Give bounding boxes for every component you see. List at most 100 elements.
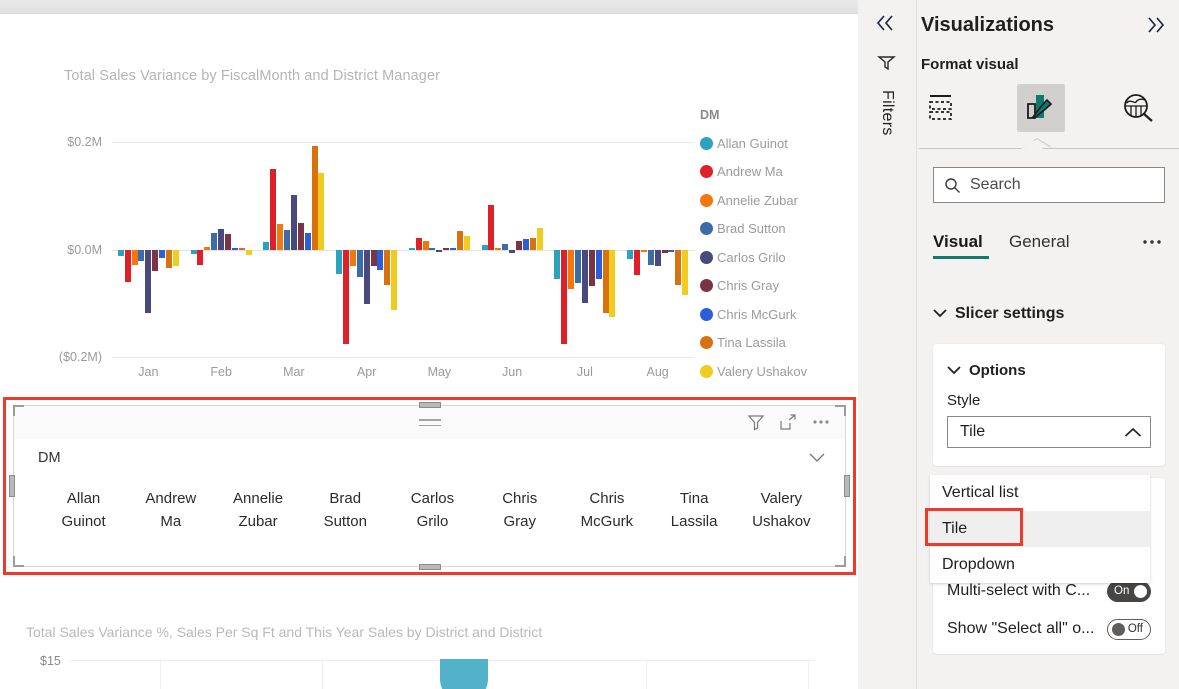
bar[interactable]	[488, 205, 495, 250]
style-option[interactable]: Tile	[930, 511, 1150, 547]
bar[interactable]	[602, 249, 609, 313]
bottom-chart-bubble[interactable]	[440, 659, 488, 689]
bar[interactable]	[509, 249, 516, 253]
slicer-tile[interactable]: Tina Lassila	[651, 484, 738, 536]
drag-handle-icon[interactable]	[418, 419, 441, 430]
select-all-row[interactable]: Show "Select all" o... Off	[947, 612, 1151, 646]
bar[interactable]	[415, 237, 422, 250]
bar[interactable]	[522, 238, 529, 250]
bar[interactable]	[336, 249, 343, 275]
bar[interactable]	[661, 249, 668, 253]
legend-item[interactable]: Carlos Grilo	[700, 243, 807, 272]
bar[interactable]	[159, 249, 166, 259]
bar[interactable]	[627, 249, 634, 260]
bar[interactable]	[595, 249, 602, 280]
bar[interactable]	[574, 249, 581, 283]
bar[interactable]	[391, 249, 398, 310]
bar[interactable]	[588, 249, 595, 286]
legend-item[interactable]: Annelie Zubar	[700, 186, 807, 215]
bar[interactable]	[536, 228, 543, 250]
bar[interactable]	[609, 249, 616, 317]
bar[interactable]	[640, 249, 647, 252]
bar[interactable]	[225, 234, 232, 250]
legend-item[interactable]: Chris Gray	[700, 272, 807, 301]
bar[interactable]	[318, 173, 325, 250]
bar[interactable]	[481, 245, 488, 250]
bar[interactable]	[370, 249, 377, 266]
filters-pane-label[interactable]: Filters	[878, 90, 896, 136]
slicer-tile-list[interactable]: Allan Guinot Andrew Ma Annelie Zubar Brad Sutto…	[40, 484, 825, 536]
chevron-down-icon[interactable]	[809, 450, 825, 468]
slicer-settings-header[interactable]: Slicer settings	[933, 305, 1064, 323]
slicer-tile[interactable]: Valery Ushakov	[738, 484, 825, 536]
resize-handle-top-left[interactable]	[13, 405, 24, 416]
bar[interactable]	[172, 249, 179, 266]
district-scatter-chart[interactable]: Total Sales Variance %, Sales Per Sq Ft …	[0, 581, 858, 689]
slicer-tile[interactable]: Brad Sutton	[302, 484, 389, 536]
bar[interactable]	[443, 247, 450, 250]
legend-item[interactable]: Allan Guinot	[700, 129, 807, 158]
bar[interactable]	[283, 230, 290, 250]
bar[interactable]	[277, 223, 284, 250]
bar[interactable]	[408, 248, 415, 250]
collapse-pane-icon[interactable]	[874, 14, 898, 37]
filter-icon[interactable]	[876, 53, 898, 78]
resize-handle-bottom-left[interactable]	[13, 556, 24, 567]
filter-icon[interactable]	[747, 413, 765, 431]
bar[interactable]	[190, 249, 197, 254]
slicer-tile[interactable]: Andrew Ma	[127, 484, 214, 536]
bar[interactable]	[675, 249, 682, 285]
bar[interactable]	[422, 241, 429, 250]
slicer-tile[interactable]: Chris McGurk	[563, 484, 650, 536]
analytics-magnifier-icon[interactable]	[1115, 84, 1163, 132]
resize-handle-bottom[interactable]	[418, 564, 441, 570]
bar[interactable]	[270, 168, 277, 250]
sales-variance-chart[interactable]: Total Sales Variance by FiscalMonth and …	[0, 14, 858, 394]
bar[interactable]	[463, 235, 470, 250]
format-paint-icon[interactable]	[1017, 84, 1065, 132]
bar[interactable]	[561, 249, 568, 344]
tab-general[interactable]: General	[1009, 232, 1069, 252]
bar[interactable]	[145, 249, 152, 313]
bar[interactable]	[356, 249, 363, 278]
bar[interactable]	[495, 247, 502, 250]
bar[interactable]	[211, 233, 218, 250]
bar[interactable]	[204, 247, 211, 250]
bar[interactable]	[581, 249, 588, 304]
legend-item[interactable]: Brad Sutton	[700, 215, 807, 244]
bar[interactable]	[457, 230, 464, 250]
bar[interactable]	[218, 229, 225, 250]
bar[interactable]	[231, 247, 238, 250]
bar[interactable]	[124, 249, 131, 282]
style-dropdown-options[interactable]: Vertical list Tile Dropdown	[930, 475, 1150, 583]
bar[interactable]	[152, 249, 159, 271]
bar[interactable]	[297, 222, 304, 250]
legend-item[interactable]: Chris McGurk	[700, 300, 807, 329]
bar[interactable]	[363, 249, 370, 304]
resize-handle-bottom-right[interactable]	[835, 556, 846, 567]
bar[interactable]	[668, 249, 675, 252]
bar[interactable]	[342, 249, 349, 344]
tab-visual[interactable]: Visual	[933, 232, 983, 252]
slicer-container[interactable]: DM Allan Guinot Andrew Ma Annelie Zubar Brad Su…	[13, 405, 846, 567]
slicer-tile[interactable]: Allan Guinot	[40, 484, 127, 536]
bar[interactable]	[311, 146, 318, 250]
bar[interactable]	[516, 240, 523, 250]
slicer-tile[interactable]: Chris Gray	[476, 484, 563, 536]
bar[interactable]	[568, 249, 575, 289]
more-options-icon[interactable]	[811, 413, 831, 431]
bar[interactable]	[502, 244, 509, 250]
search-input[interactable]: Search	[933, 167, 1165, 203]
bar[interactable]	[647, 249, 654, 265]
dm-slicer-visual[interactable]: DM Allan Guinot Andrew Ma Annelie Zubar Brad Su…	[3, 397, 856, 575]
focus-mode-icon[interactable]	[779, 413, 797, 431]
options-header[interactable]: Options	[947, 362, 1026, 379]
style-dropdown[interactable]: Tile	[947, 416, 1151, 448]
bar[interactable]	[384, 249, 391, 285]
resize-handle-top-right[interactable]	[835, 405, 846, 416]
bar[interactable]	[117, 249, 124, 256]
bar[interactable]	[245, 249, 252, 255]
select-all-toggle[interactable]: Off	[1107, 618, 1151, 640]
bar[interactable]	[682, 249, 689, 296]
bar[interactable]	[450, 247, 457, 250]
